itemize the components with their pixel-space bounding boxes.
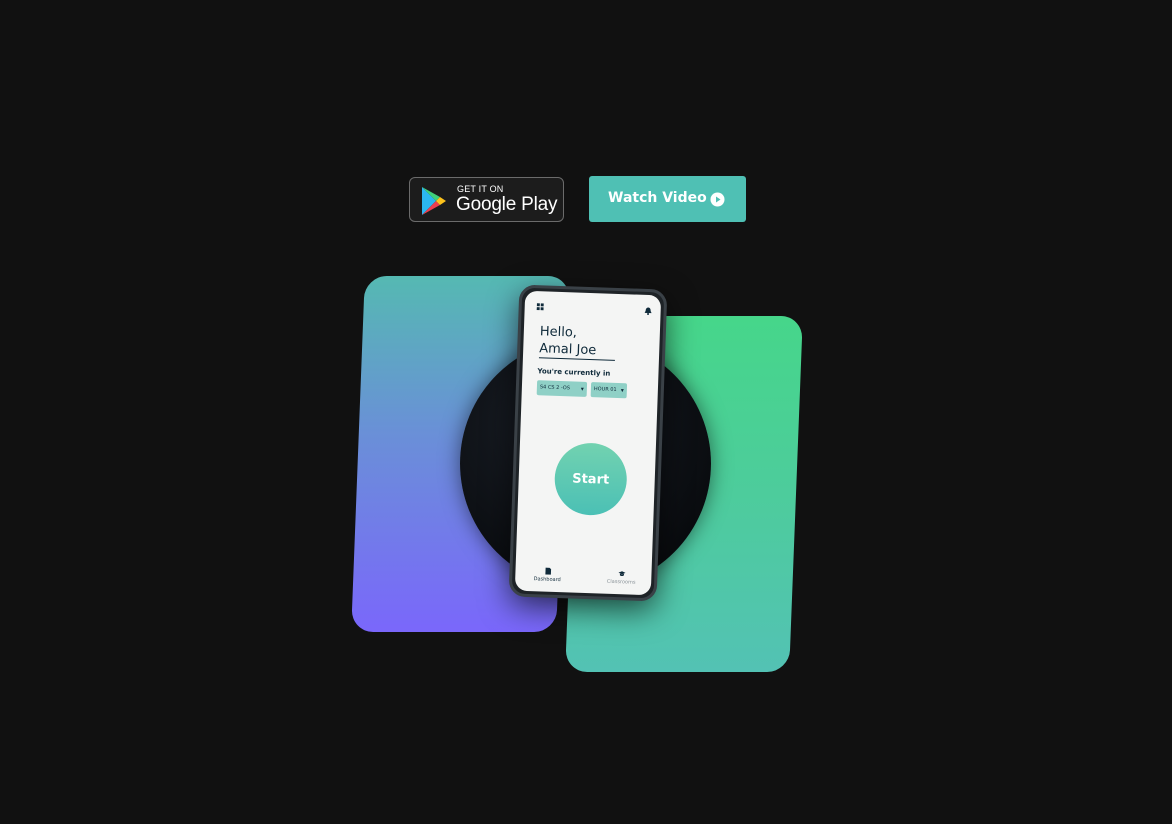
nav-classrooms[interactable]: Classrooms — [601, 570, 641, 586]
greeting-line-1: Hello, — [539, 324, 578, 341]
document-icon — [544, 567, 551, 575]
nav-classrooms-label: Classrooms — [606, 578, 636, 586]
graduation-cap-icon — [617, 571, 625, 576]
chevron-down-icon: ▾ — [580, 385, 584, 393]
class-select-value: S4 CS 2 -OS — [539, 384, 571, 392]
google-play-button[interactable]: GET IT ON Google Play — [409, 177, 564, 222]
store-big-text: Google Play — [456, 194, 558, 215]
hour-select-value: HOUR 01 — [593, 386, 617, 393]
start-button[interactable]: Start — [553, 441, 628, 517]
phone-screen: Hello, Amal Joe You're currently in S4 C… — [514, 290, 662, 596]
google-play-icon — [422, 187, 446, 215]
watch-video-label: Watch Video — [608, 190, 707, 206]
phone-mockup: Hello, Amal Joe You're currently in S4 C… — [508, 284, 668, 602]
user-name: Amal Joe — [538, 341, 597, 359]
nav-dashboard[interactable]: Dashboard — [527, 567, 567, 583]
class-select[interactable]: S4 CS 2 -OS ▾ — [536, 380, 588, 397]
name-underline — [538, 357, 615, 361]
store-small-text: GET IT ON — [457, 184, 504, 194]
greeting: Hello, Amal Joe — [539, 323, 597, 359]
currently-label: You're currently in — [537, 367, 611, 378]
play-circle-icon — [710, 192, 725, 207]
hour-select[interactable]: HOUR 01 ▾ — [590, 382, 628, 399]
watch-video-button[interactable]: Watch Video — [589, 176, 746, 222]
bell-icon — [644, 307, 652, 316]
landing-hero: GET IT ON Google Play Watch Video Hello,… — [0, 0, 1172, 824]
chevron-down-icon: ▾ — [620, 387, 624, 395]
nav-dashboard-label: Dashboard — [533, 576, 561, 584]
grid-icon — [536, 303, 544, 311]
